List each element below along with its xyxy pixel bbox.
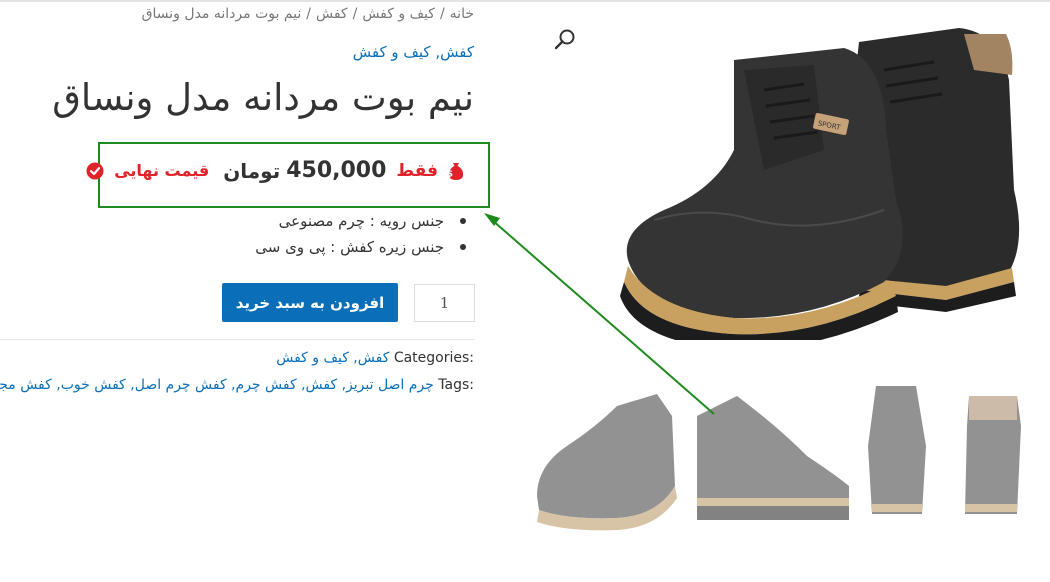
product-meta-categories: کفش, کیف و کفش Categories: (276, 350, 474, 366)
quantity-input[interactable] (414, 284, 475, 322)
check-circle-icon (86, 162, 104, 180)
breadcrumb-separator: / (306, 6, 311, 22)
final-price-label: قیمت نهایی (114, 161, 210, 180)
product-specs-list: جنس رویه : چرم مصنوعی جنس زیره کفش : پی … (255, 208, 474, 260)
product-title: نیم بوت مردانه مدل ونساق (52, 76, 474, 119)
breadcrumb-current: نیم بوت مردانه مدل ونساق (141, 6, 302, 22)
svg-text:$: $ (447, 169, 453, 179)
meta-tags-links[interactable]: چرم اصل تبریز, کفش, کفش چرم, کفش چرم اصل… (0, 377, 434, 393)
product-meta-tags: چرم اصل تبریز, کفش, کفش چرم, کفش چرم اصل… (0, 377, 474, 393)
thumbnail-1[interactable] (527, 386, 679, 536)
zoom-search-icon[interactable] (552, 26, 578, 52)
meta-tags-label: Tags: (438, 377, 474, 393)
price-row: $ فقط 450,000 تومان قیمت نهایی (86, 158, 466, 183)
meta-categories-links[interactable]: کفش, کیف و کفش (276, 350, 389, 366)
money-bag-icon: $ (446, 161, 466, 181)
price-highlight-box: $ فقط 450,000 تومان قیمت نهایی (86, 142, 490, 208)
thumbnail-2[interactable] (697, 386, 849, 536)
spec-item: جنس رویه : چرم مصنوعی (255, 208, 474, 234)
breadcrumb: خانه/کیف و کفش/کفش/نیم بوت مردانه مدل ون… (142, 6, 474, 22)
meta-divider (0, 339, 474, 340)
category-link-bags-shoes[interactable]: کیف و کفش (353, 43, 431, 61)
price-amount: 450,000 (286, 158, 387, 183)
price-currency: تومان (223, 158, 281, 183)
thumbnail-4[interactable] (965, 386, 1050, 536)
product-main-image[interactable]: SPORT (614, 20, 1034, 351)
breadcrumb-level2[interactable]: کفش (316, 6, 348, 22)
breadcrumb-home[interactable]: خانه (450, 6, 474, 22)
add-to-cart-button[interactable]: افزودن به سبد خرید (222, 283, 398, 322)
product-category-links: کفش, کیف و کفش (353, 43, 474, 61)
spec-item: جنس زیره کفش : پی وی سی (255, 234, 474, 260)
top-border (0, 0, 1050, 2)
breadcrumb-separator: / (352, 6, 358, 22)
meta-categories-label: Categories: (393, 350, 474, 366)
category-link-shoes[interactable]: کفش (440, 43, 474, 61)
price-prefix: فقط (396, 160, 438, 181)
breadcrumb-separator: / (439, 6, 445, 22)
breadcrumb-level1[interactable]: کیف و کفش (362, 6, 435, 22)
